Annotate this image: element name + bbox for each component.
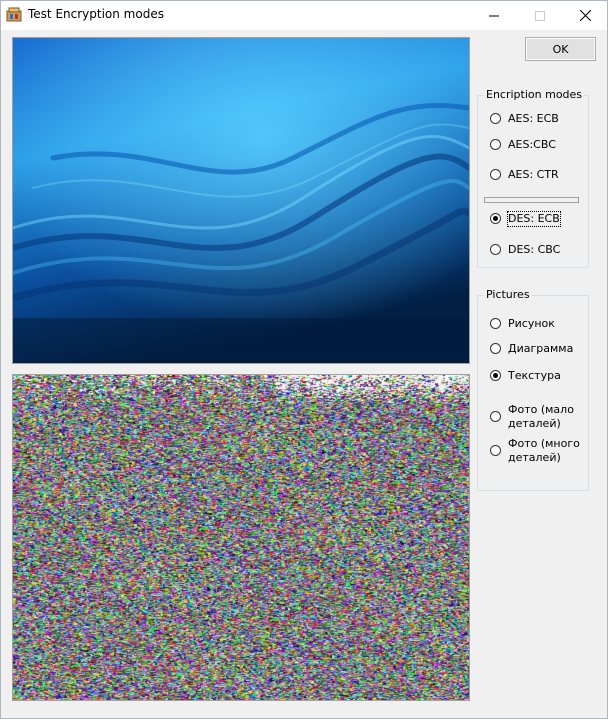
radio-label: DES: CBC bbox=[508, 243, 561, 256]
encryption-modes-label: Encription modes bbox=[484, 88, 585, 101]
radio-indicator[interactable] bbox=[490, 244, 501, 255]
radio-label: Фото (мало деталей) bbox=[508, 403, 574, 430]
radio-aes-ecb[interactable]: AES: ECB bbox=[490, 112, 559, 126]
minimize-button[interactable] bbox=[471, 1, 517, 30]
original-texture-picture bbox=[13, 38, 469, 363]
radio-aes-cbc[interactable]: AES:CBC bbox=[490, 138, 556, 152]
encrypted-image bbox=[12, 374, 470, 701]
radio-indicator[interactable] bbox=[490, 169, 501, 180]
mode-separator bbox=[484, 197, 579, 203]
title-bar[interactable]: Test Encryption modes bbox=[1, 1, 607, 30]
maximize-icon bbox=[535, 10, 545, 21]
close-icon bbox=[579, 10, 591, 21]
radio-foto-mnogo[interactable]: Фото (много деталей) bbox=[490, 437, 580, 465]
radio-label: Диаграмма bbox=[508, 342, 574, 355]
radio-aes-ctr[interactable]: AES: CTR bbox=[490, 168, 559, 182]
encrypted-noise-picture bbox=[13, 375, 469, 700]
radio-label: AES:CBC bbox=[508, 138, 556, 151]
radio-indicator[interactable] bbox=[490, 411, 501, 422]
radio-indicator[interactable] bbox=[490, 139, 501, 150]
radio-label: Рисунок bbox=[508, 317, 555, 330]
radio-label: Фото (много деталей) bbox=[508, 437, 580, 464]
radio-indicator[interactable] bbox=[490, 343, 501, 354]
radio-label: AES: ECB bbox=[508, 112, 559, 125]
original-image bbox=[12, 37, 470, 364]
radio-des-cbc[interactable]: DES: CBC bbox=[490, 243, 560, 257]
close-button[interactable] bbox=[562, 1, 608, 30]
radio-label: AES: CTR bbox=[508, 168, 559, 181]
radio-diagramma[interactable]: Диаграмма bbox=[490, 342, 573, 356]
ok-button[interactable]: OK bbox=[525, 37, 596, 61]
radio-des-ecb[interactable]: DES: ECB bbox=[490, 211, 561, 227]
radio-foto-malo[interactable]: Фото (мало деталей) bbox=[490, 403, 580, 431]
radio-indicator[interactable] bbox=[490, 113, 501, 124]
radio-label: DES: ECB bbox=[507, 211, 561, 227]
app-icon bbox=[6, 7, 22, 22]
pictures-group: Pictures Рисунок Диаграмма Текстура Фото… bbox=[477, 288, 589, 491]
encryption-modes-group: Encription modes AES: ECB AES:CBC AES: C… bbox=[477, 88, 589, 268]
radio-indicator[interactable] bbox=[490, 445, 501, 456]
radio-indicator[interactable] bbox=[490, 213, 501, 224]
window-title: Test Encryption modes bbox=[28, 7, 164, 21]
maximize-button[interactable] bbox=[517, 1, 563, 30]
radio-label: Текстура bbox=[508, 369, 561, 382]
radio-indicator[interactable] bbox=[490, 318, 501, 329]
radio-risunok[interactable]: Рисунок bbox=[490, 317, 555, 331]
radio-indicator[interactable] bbox=[490, 370, 501, 381]
minimize-icon bbox=[489, 15, 499, 16]
radio-tekstura[interactable]: Текстура bbox=[490, 369, 561, 383]
pictures-label: Pictures bbox=[484, 288, 532, 301]
